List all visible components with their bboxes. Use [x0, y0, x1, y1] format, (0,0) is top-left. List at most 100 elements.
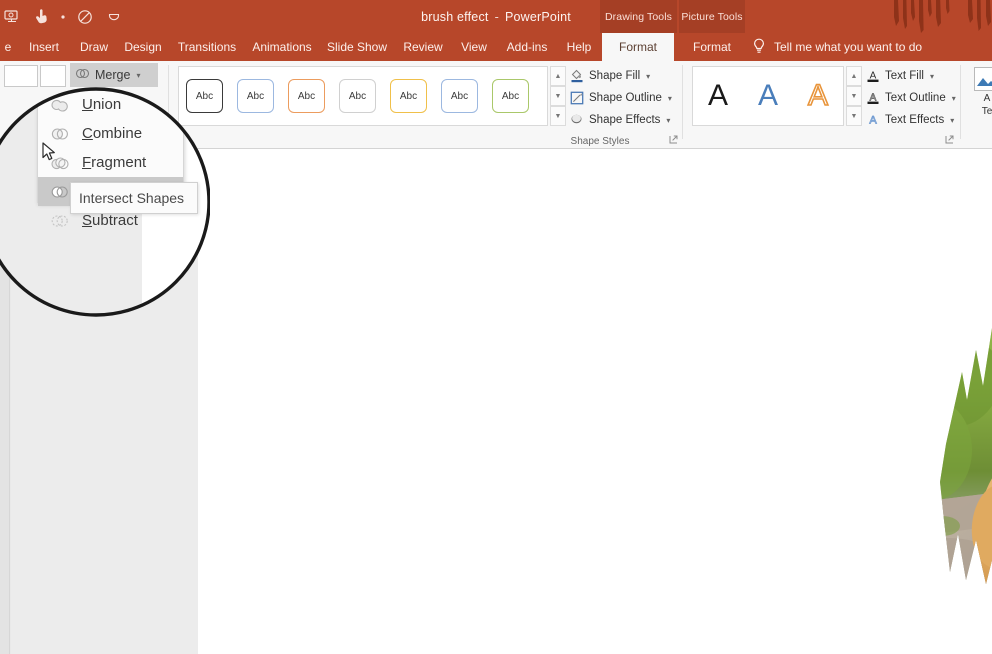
- ribbon-group-accessibility: A Te Access: [964, 61, 992, 149]
- tab-label: View: [461, 40, 487, 54]
- merge-shapes-button[interactable]: Merge ▾: [70, 63, 158, 87]
- slide-image-corgi[interactable]: [888, 254, 992, 649]
- thumbnail-list[interactable]: [11, 149, 198, 654]
- tab-label: Insert: [28, 40, 59, 54]
- pane-splitter[interactable]: [0, 149, 10, 654]
- slide-thumbnail-pane[interactable]: [0, 149, 198, 654]
- tell-me-search[interactable]: Tell me what you want to do: [752, 33, 922, 61]
- shape-styles-scroll-buttons[interactable]: ▲ ▼ ▼: [550, 66, 566, 126]
- chevron-down-icon: ▾: [666, 115, 671, 125]
- shape-style-chip[interactable]: Abc: [441, 79, 478, 113]
- chevron-up-icon: ▲: [554, 72, 562, 80]
- wordart-sample[interactable]: A: [758, 81, 778, 111]
- text-outline-label: Text Outline: [885, 92, 946, 104]
- gallery-scroll-down-button[interactable]: ▼: [550, 86, 566, 106]
- wordart-dialog-launcher[interactable]: [945, 135, 954, 146]
- ribbon-group-insert-shapes: Merge ▾ rt Sha: [0, 61, 160, 149]
- wordart-scroll-buttons[interactable]: ▲ ▼ ▼: [846, 66, 862, 126]
- tab-format-picture[interactable]: Format: [680, 33, 744, 61]
- tab-label: Format: [692, 40, 731, 54]
- gallery-scroll-down-button[interactable]: ▼: [846, 86, 862, 106]
- wordart-styles-gallery[interactable]: A A A: [692, 66, 844, 126]
- tab-draw[interactable]: Draw: [70, 33, 118, 61]
- gallery-more-button[interactable]: ▼: [550, 106, 566, 126]
- svg-text:A: A: [869, 115, 877, 127]
- wordart-sample[interactable]: A: [807, 80, 829, 112]
- tab-label: Review: [403, 40, 443, 54]
- thumbpane-top-strip: [0, 149, 198, 176]
- shape-style-chip[interactable]: Abc: [492, 79, 529, 113]
- tab-animations[interactable]: Animations: [244, 33, 320, 61]
- shape-styles-gallery[interactable]: Abc Abc Abc Abc Abc Abc Abc: [178, 66, 548, 126]
- tab-label: e: [4, 40, 12, 54]
- chip-label: Abc: [297, 90, 316, 102]
- tab-label: Format: [618, 40, 657, 54]
- tab-design[interactable]: Design: [116, 33, 170, 61]
- tab-label: Design: [124, 40, 162, 54]
- chip-label: Abc: [195, 90, 214, 102]
- group-divider: [682, 65, 683, 139]
- shape-fill-button[interactable]: Shape Fill ▾: [570, 69, 650, 83]
- tab-label: Slide Show: [326, 40, 388, 54]
- slide-canvas[interactable]: [198, 149, 992, 654]
- paint-bucket-icon: [570, 69, 584, 83]
- tab-add-ins[interactable]: Add-ins: [498, 33, 556, 61]
- chip-label: Abc: [501, 90, 520, 102]
- chevron-down-icon: ▾: [950, 115, 955, 125]
- text-outline-button[interactable]: A Text Outline ▾: [866, 91, 956, 105]
- group-divider: [168, 65, 169, 139]
- tab-slide-show[interactable]: Slide Show: [320, 33, 394, 61]
- alt-text-icon: [974, 67, 992, 91]
- tab-transitions[interactable]: Transitions: [170, 33, 244, 61]
- app-name: PowerPoint: [504, 9, 571, 24]
- title-separator: -: [494, 9, 499, 24]
- gallery-more-button[interactable]: ▼: [846, 106, 862, 126]
- brush-decoration: [882, 0, 992, 33]
- tab-label: Draw: [79, 40, 108, 54]
- shape-style-chip[interactable]: Abc: [288, 79, 325, 113]
- shape-outline-button[interactable]: Shape Outline ▾: [570, 91, 672, 105]
- contextual-header-picture-tools: Picture Tools: [679, 0, 745, 33]
- chevron-down-icon: ▼: [554, 112, 562, 120]
- shape-style-chip[interactable]: Abc: [339, 79, 376, 113]
- contextual-header-drawing-tools: Drawing Tools: [600, 0, 677, 33]
- tab-review[interactable]: Review: [396, 33, 450, 61]
- gallery-scroll-up-button[interactable]: ▲: [846, 66, 862, 86]
- shape-effects-button[interactable]: Shape Effects ▾: [570, 113, 670, 127]
- chevron-down-icon: ▼: [850, 92, 858, 100]
- shapes-gallery-button[interactable]: [4, 65, 38, 87]
- merge-shapes-icon: [75, 66, 90, 84]
- pencil-outline-icon: [570, 91, 584, 105]
- ribbon-tab-strip: e Insert Draw Design Transitions Animati…: [0, 33, 992, 61]
- chevron-down-icon: ▾: [951, 93, 956, 103]
- chevron-down-icon: ▾: [646, 71, 651, 81]
- lightbulb-icon: [752, 38, 766, 56]
- gallery-scroll-up-button[interactable]: ▲: [550, 66, 566, 86]
- wordart-sample[interactable]: A: [708, 81, 728, 111]
- title-bar: brush effect - PowerPoint: [0, 0, 992, 33]
- shape-style-chip[interactable]: Abc: [186, 79, 223, 113]
- tab-view[interactable]: View: [452, 33, 496, 61]
- text-effects-label: Text Effects: [885, 114, 945, 126]
- text-effects-button[interactable]: A Text Effects ▾: [866, 113, 954, 127]
- text-fill-icon: A: [866, 69, 880, 83]
- chevron-up-icon: ▲: [850, 72, 858, 80]
- tab-help[interactable]: Help: [558, 33, 600, 61]
- shape-outline-label: Shape Outline: [589, 92, 662, 104]
- tab-insert[interactable]: Insert: [18, 33, 70, 61]
- text-fill-button[interactable]: A Text Fill ▾: [866, 69, 934, 83]
- shape-style-chip[interactable]: Abc: [390, 79, 427, 113]
- tab-format-drawing[interactable]: Format: [602, 33, 674, 61]
- chip-label: Abc: [450, 90, 469, 102]
- shape-effects-label: Shape Effects: [589, 114, 661, 126]
- edit-shape-button[interactable]: [40, 65, 66, 87]
- tab-file[interactable]: e: [0, 33, 16, 61]
- group-label-insert-shapes: rt Sha: [18, 136, 46, 147]
- shape-style-chip[interactable]: Abc: [237, 79, 274, 113]
- tell-me-text: Tell me what you want to do: [774, 40, 923, 54]
- alt-text-button[interactable]: A Te: [970, 67, 992, 123]
- tab-label: Animations: [252, 40, 312, 54]
- alt-text-line2: Te: [981, 106, 992, 117]
- shape-styles-dialog-launcher[interactable]: [669, 135, 678, 146]
- chevron-down-icon: ▾: [136, 70, 141, 80]
